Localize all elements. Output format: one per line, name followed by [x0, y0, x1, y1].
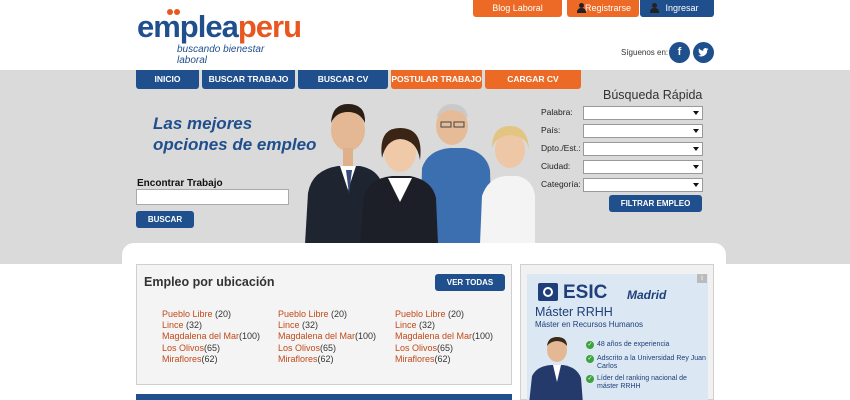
register-button[interactable]: Registrarse	[567, 0, 639, 17]
nav-item-cargar-cv[interactable]: CARGAR CV	[485, 70, 581, 89]
location-item[interactable]: Magdalena del Mar(100)	[278, 331, 390, 342]
nav-item-postular-trabajo[interactable]: POSTULAR TRABAJO	[391, 70, 482, 89]
quick-search-row-categoria: Categoría:	[541, 178, 703, 192]
palabra-label: Palabra:	[541, 107, 573, 117]
location-item[interactable]: Los Olivos(65)	[162, 343, 274, 354]
location-item[interactable]: Magdalena del Mar(100)	[395, 331, 507, 342]
esic-ad-banner[interactable]: ESIC Madrid Máster RRHH Máster en Recurs…	[527, 274, 708, 400]
location-item[interactable]: Pueblo Libre (20)	[395, 309, 507, 320]
register-label: Registrarse	[584, 3, 631, 13]
locations-column: Pueblo Libre (20) Lince (32) Magdalena d…	[162, 309, 274, 365]
search-button[interactable]: BUSCAR	[136, 211, 194, 228]
quick-search-row-pais: País:	[541, 124, 703, 138]
ciudad-label: Ciudad:	[541, 161, 571, 171]
location-item[interactable]: Miraflores(62)	[278, 354, 390, 365]
ad-info-icon[interactable]: i	[697, 274, 707, 283]
check-icon: ✓	[586, 375, 594, 383]
nav-item-buscar-trabajo[interactable]: BUSCAR TRABAJO	[202, 70, 295, 89]
ad-title: Máster RRHH	[535, 305, 613, 319]
next-section-header	[136, 394, 512, 400]
chevron-down-icon	[693, 165, 699, 169]
categoria-select[interactable]	[583, 178, 703, 192]
filter-jobs-button[interactable]: FILTRAR EMPLEO	[609, 195, 702, 212]
header: empleaperu buscando bienestar laboral Bl…	[0, 0, 850, 70]
esic-logo-icon	[538, 283, 558, 301]
logo-tagline: buscando bienestar laboral	[177, 44, 265, 66]
quick-search-row-palabra: Palabra:	[541, 106, 703, 120]
dpto-select[interactable]	[583, 142, 703, 156]
ad-subtitle: Máster en Recursos Humanos	[535, 320, 644, 329]
pais-label: País:	[541, 125, 561, 135]
nav-item-inicio[interactable]: INICIO	[136, 70, 199, 89]
ad-bullet: ✓ Líder del ranking nacional de máster RR…	[586, 375, 687, 390]
user-icon	[576, 3, 586, 14]
quick-search-title: Búsqueda Rápida	[603, 88, 703, 102]
find-job-input[interactable]	[136, 189, 289, 205]
locations-column: Pueblo Libre (20) Lince (32) Magdalena d…	[278, 309, 390, 365]
chevron-down-icon	[693, 183, 699, 187]
ad-brand: ESIC	[563, 282, 608, 303]
logo[interactable]: empleaperu buscando bienestar laboral	[137, 7, 302, 66]
pais-select[interactable]	[583, 124, 703, 138]
ad-city: Madrid	[627, 288, 667, 302]
ad-bullet: ✓ Adscrito a la Universidad Rey Juan Carl…	[586, 355, 706, 370]
logo-wordmark: empleaperu	[137, 9, 302, 44]
location-item[interactable]: Lince (32)	[278, 320, 390, 331]
chevron-down-icon	[693, 129, 699, 133]
chevron-down-icon	[693, 111, 699, 115]
see-all-button[interactable]: VER TODAS	[435, 274, 505, 291]
location-item[interactable]: Miraflores(62)	[162, 354, 274, 365]
locations-column: Pueblo Libre (20) Lince (32) Magdalena d…	[395, 309, 507, 365]
facebook-icon[interactable]: f	[669, 42, 690, 63]
blog-link[interactable]: Blog Laboral	[473, 0, 562, 17]
check-icon: ✓	[586, 341, 594, 349]
quick-search-row-ciudad: Ciudad:	[541, 160, 703, 174]
hero-slogan: Las mejores opciones de empleo	[153, 114, 317, 154]
location-item[interactable]: Los Olivos(65)	[395, 343, 507, 354]
location-item[interactable]: Magdalena del Mar(100)	[162, 331, 274, 342]
location-item[interactable]: Pueblo Libre (20)	[278, 309, 390, 320]
dpto-label: Dpto./Est.:	[541, 143, 581, 153]
login-label: Ingresar	[665, 3, 699, 13]
find-job-label: Encontrar Trabajo	[137, 178, 223, 189]
check-icon: ✓	[586, 355, 594, 363]
location-item[interactable]: Miraflores(62)	[395, 354, 507, 365]
categoria-label: Categoría:	[541, 179, 581, 189]
location-item[interactable]: Lince (32)	[162, 320, 274, 331]
nav-item-buscar-cv[interactable]: BUSCAR CV	[298, 70, 388, 89]
locations-panel: Empleo por ubicación VER TODAS Pueblo Li…	[136, 264, 512, 385]
ad-bullet: ✓ 48 años de experiencia	[586, 341, 670, 349]
chevron-down-icon	[693, 147, 699, 151]
twitter-icon[interactable]	[693, 42, 714, 63]
user-icon	[649, 3, 659, 14]
social-label: Síguenos en:	[621, 48, 669, 57]
page: empleaperu buscando bienestar laboral Bl…	[0, 0, 850, 400]
locations-title: Empleo por ubicación	[144, 275, 275, 289]
location-item[interactable]: Lince (32)	[395, 320, 507, 331]
login-button[interactable]: Ingresar	[640, 0, 714, 17]
location-item[interactable]: Los Olivos(65)	[278, 343, 390, 354]
palabra-select[interactable]	[583, 106, 703, 120]
ad-person-image	[529, 337, 583, 400]
location-item[interactable]: Pueblo Libre (20)	[162, 309, 274, 320]
hero-people-image	[305, 104, 535, 244]
quick-search-row-dpto: Dpto./Est.:	[541, 142, 703, 156]
ciudad-select[interactable]	[583, 160, 703, 174]
